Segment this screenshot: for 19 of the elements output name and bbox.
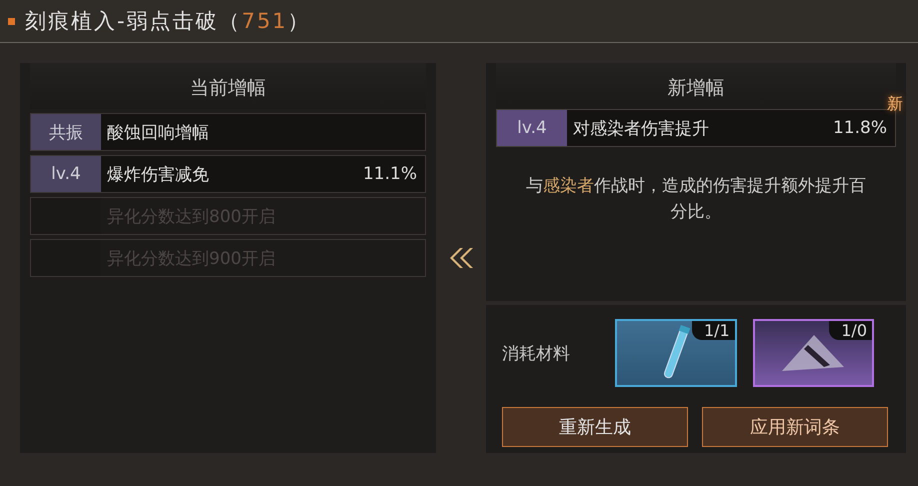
affix-name: 对感染者伤害提升 [573,118,710,140]
action-button[interactable]: 应用新词条 [702,407,888,447]
affix-name: 酸蚀回响增幅 [107,122,210,144]
double-chevron-icon [448,246,474,270]
affix-tag: lv.4 [31,156,101,192]
item-count: 1/1 [692,321,735,340]
affix-name: 爆炸伤害减免 [107,164,210,186]
affix-tag: lv.4 [497,110,567,146]
affix-value: 11.1% [362,164,417,184]
title-marker-icon [8,18,15,24]
materials-label: 消耗材料 [502,342,571,364]
material-slot[interactable]: 1/0 [752,319,874,387]
item-count: 1/0 [829,321,872,340]
affix-description: 与感染者作战时，造成的伤害提升额外提升百分比。 [525,175,867,224]
affix-tag: 共振 [31,114,101,150]
affix-value: 11.8% [832,118,887,138]
material-slot[interactable]: 1/1 [615,319,737,387]
window-title: 刻痕植入-弱点击破（751） [25,8,311,35]
action-button[interactable]: 重新生成 [502,407,688,447]
